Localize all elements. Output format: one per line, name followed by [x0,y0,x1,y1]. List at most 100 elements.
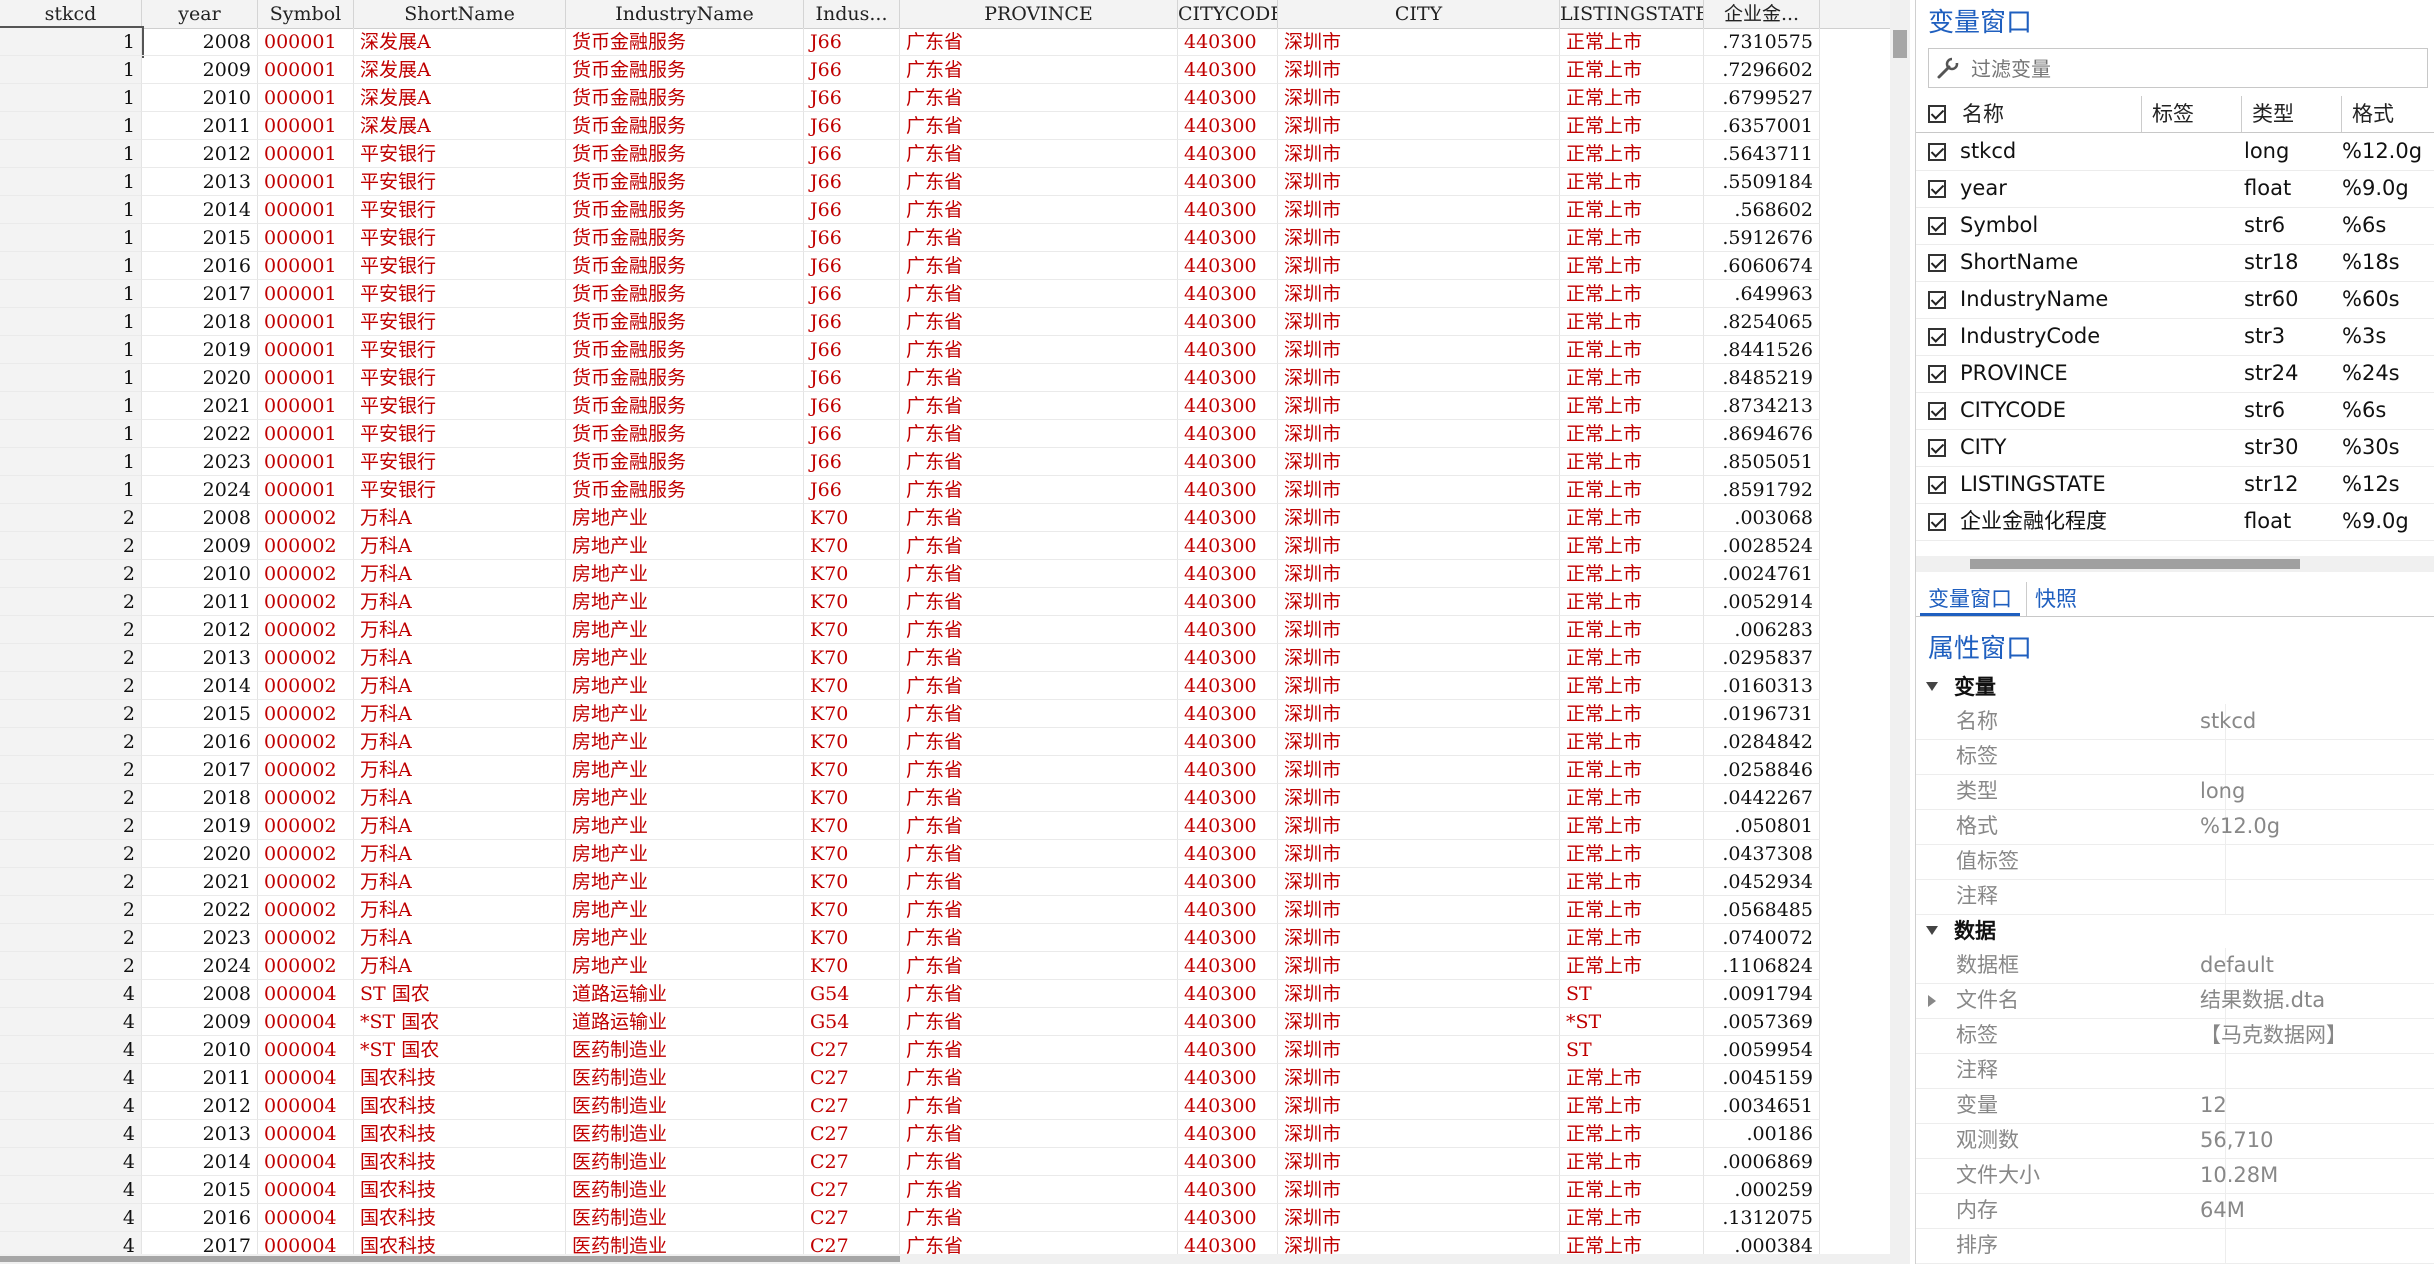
cell-province[interactable]: 广东省 [900,672,1178,700]
cell-year[interactable]: 2012 [142,140,258,168]
cell-industry-name[interactable]: 道路运输业 [566,980,804,1008]
cell-industry-code[interactable]: J66 [804,420,900,448]
column-header-industry-code[interactable]: Indus... [804,0,900,28]
cell-city[interactable]: 深圳市 [1278,728,1560,756]
cell-city-code[interactable]: 440300 [1178,616,1278,644]
cell-industry-code[interactable]: J66 [804,280,900,308]
cell-city[interactable]: 深圳市 [1278,644,1560,672]
column-header-symbol[interactable]: Symbol [258,0,354,28]
table-row[interactable]: 1 2016 000001 平安银行 货币金融服务 J66 广东省 440300 深圳市 正常上市… [0,252,1820,280]
cell-industry-code[interactable]: G54 [804,980,900,1008]
cell-industry-code[interactable]: J66 [804,56,900,84]
cell-stkcd[interactable]: 4 [0,1092,142,1120]
cell-city[interactable]: 深圳市 [1278,280,1560,308]
table-row[interactable]: 4 2010 000004 *ST 国农 医药制造业 C27 广东省 440300 深圳市 ST.… [0,1036,1820,1064]
cell-short-name[interactable]: 万科A [354,644,566,672]
cell-city-code[interactable]: 440300 [1178,168,1278,196]
table-row[interactable]: 2 2020 000002 万科A 房地产业 K70 广东省 440300 深圳市 正常上市 .04… [0,840,1820,868]
cell-short-name[interactable]: 万科A [354,840,566,868]
cell-province[interactable]: 广东省 [900,280,1178,308]
cell-industry-name[interactable]: 房地产业 [566,616,804,644]
table-row[interactable]: 2 2013 000002 万科A 房地产业 K70 广东省 440300 深圳市 正常上市 .02… [0,644,1820,672]
variable-checkbox[interactable] [1928,254,1946,272]
cell-year[interactable]: 2018 [142,308,258,336]
cell-city-code[interactable]: 440300 [1178,672,1278,700]
variable-checkbox[interactable] [1928,513,1946,531]
cell-city[interactable]: 深圳市 [1278,700,1560,728]
cell-listing-state[interactable]: 正常上市 [1560,1204,1704,1232]
cell-short-name[interactable]: 平安银行 [354,392,566,420]
cell-province[interactable]: 广东省 [900,420,1178,448]
cell-industry-name[interactable]: 货币金融服务 [566,140,804,168]
cell-city-code[interactable]: 440300 [1178,1036,1278,1064]
table-row[interactable]: 2 2009 000002 万科A 房地产业 K70 广东省 440300 深圳市 正常上市 .00… [0,532,1820,560]
grid-horizontal-scroll-thumb[interactable] [0,1256,900,1262]
table-row[interactable]: 1 2018 000001 平安银行 货币金融服务 J66 广东省 440300 深圳市 正常上市… [0,308,1820,336]
cell-financialization[interactable]: .0452934 [1704,868,1820,896]
cell-symbol[interactable]: 000002 [258,812,354,840]
cell-symbol[interactable]: 000001 [258,420,354,448]
cell-industry-code[interactable]: K70 [804,504,900,532]
cell-industry-code[interactable]: C27 [804,1148,900,1176]
cell-industry-name[interactable]: 医药制造业 [566,1064,804,1092]
cell-short-name[interactable]: 万科A [354,756,566,784]
cell-symbol[interactable]: 000002 [258,784,354,812]
cell-stkcd[interactable]: 2 [0,952,142,980]
cell-industry-name[interactable]: 医药制造业 [566,1176,804,1204]
table-row[interactable]: 2 2011 000002 万科A 房地产业 K70 广东省 440300 深圳市 正常上市 .00… [0,588,1820,616]
table-row[interactable]: 2 2019 000002 万科A 房地产业 K70 广东省 440300 深圳市 正常上市 .05… [0,812,1820,840]
cell-stkcd[interactable]: 1 [0,364,142,392]
cell-financialization[interactable]: .8694676 [1704,420,1820,448]
cell-symbol[interactable]: 000002 [258,560,354,588]
cell-short-name[interactable]: 国农科技 [354,1176,566,1204]
cell-stkcd[interactable]: 2 [0,504,142,532]
cell-listing-state[interactable]: 正常上市 [1560,700,1704,728]
cell-industry-code[interactable]: K70 [804,532,900,560]
cell-industry-name[interactable]: 房地产业 [566,504,804,532]
cell-industry-name[interactable]: 房地产业 [566,812,804,840]
cell-listing-state[interactable]: 正常上市 [1560,560,1704,588]
cell-industry-code[interactable]: J66 [804,196,900,224]
cell-short-name[interactable]: 万科A [354,924,566,952]
cell-financialization[interactable]: .0284842 [1704,728,1820,756]
cell-city-code[interactable]: 440300 [1178,1148,1278,1176]
cell-short-name[interactable]: 万科A [354,952,566,980]
cell-symbol[interactable]: 000002 [258,756,354,784]
cell-province[interactable]: 广东省 [900,1176,1178,1204]
cell-stkcd[interactable]: 1 [0,392,142,420]
cell-symbol[interactable]: 000004 [258,1204,354,1232]
cell-industry-name[interactable]: 房地产业 [566,952,804,980]
cell-year[interactable]: 2012 [142,616,258,644]
variable-checkbox[interactable] [1928,217,1946,235]
cell-province[interactable]: 广东省 [900,952,1178,980]
cell-province[interactable]: 广东省 [900,336,1178,364]
cell-city[interactable]: 深圳市 [1278,56,1560,84]
cell-financialization[interactable]: .00186 [1704,1120,1820,1148]
table-row[interactable]: 4 2015 000004 国农科技 医药制造业 C27 广东省 440300 深圳市 正常上市.… [0,1176,1820,1204]
cell-stkcd[interactable]: 1 [0,336,142,364]
cell-industry-code[interactable]: K70 [804,700,900,728]
variable-checkbox[interactable] [1928,180,1946,198]
cell-city-code[interactable]: 440300 [1178,504,1278,532]
cell-stkcd[interactable]: 1 [0,140,142,168]
cell-listing-state[interactable]: 正常上市 [1560,784,1704,812]
cell-industry-code[interactable]: K70 [804,588,900,616]
cell-short-name[interactable]: 深发展A [354,84,566,112]
cell-symbol[interactable]: 000001 [258,280,354,308]
cell-listing-state[interactable]: 正常上市 [1560,1176,1704,1204]
cell-industry-name[interactable]: 医药制造业 [566,1120,804,1148]
cell-industry-code[interactable]: J66 [804,112,900,140]
cell-financialization[interactable]: .5912676 [1704,224,1820,252]
cell-province[interactable]: 广东省 [900,924,1178,952]
cell-province[interactable]: 广东省 [900,1120,1178,1148]
cell-financialization[interactable]: .0160313 [1704,672,1820,700]
cell-industry-code[interactable]: J66 [804,364,900,392]
cell-financialization[interactable]: .0295837 [1704,644,1820,672]
property-row[interactable]: 内存 64M [1916,1193,2434,1229]
cell-city[interactable]: 深圳市 [1278,588,1560,616]
cell-city-code[interactable]: 440300 [1178,252,1278,280]
cell-year[interactable]: 2015 [142,700,258,728]
cell-financialization[interactable]: .0442267 [1704,784,1820,812]
cell-city-code[interactable]: 440300 [1178,336,1278,364]
cell-stkcd[interactable]: 4 [0,980,142,1008]
